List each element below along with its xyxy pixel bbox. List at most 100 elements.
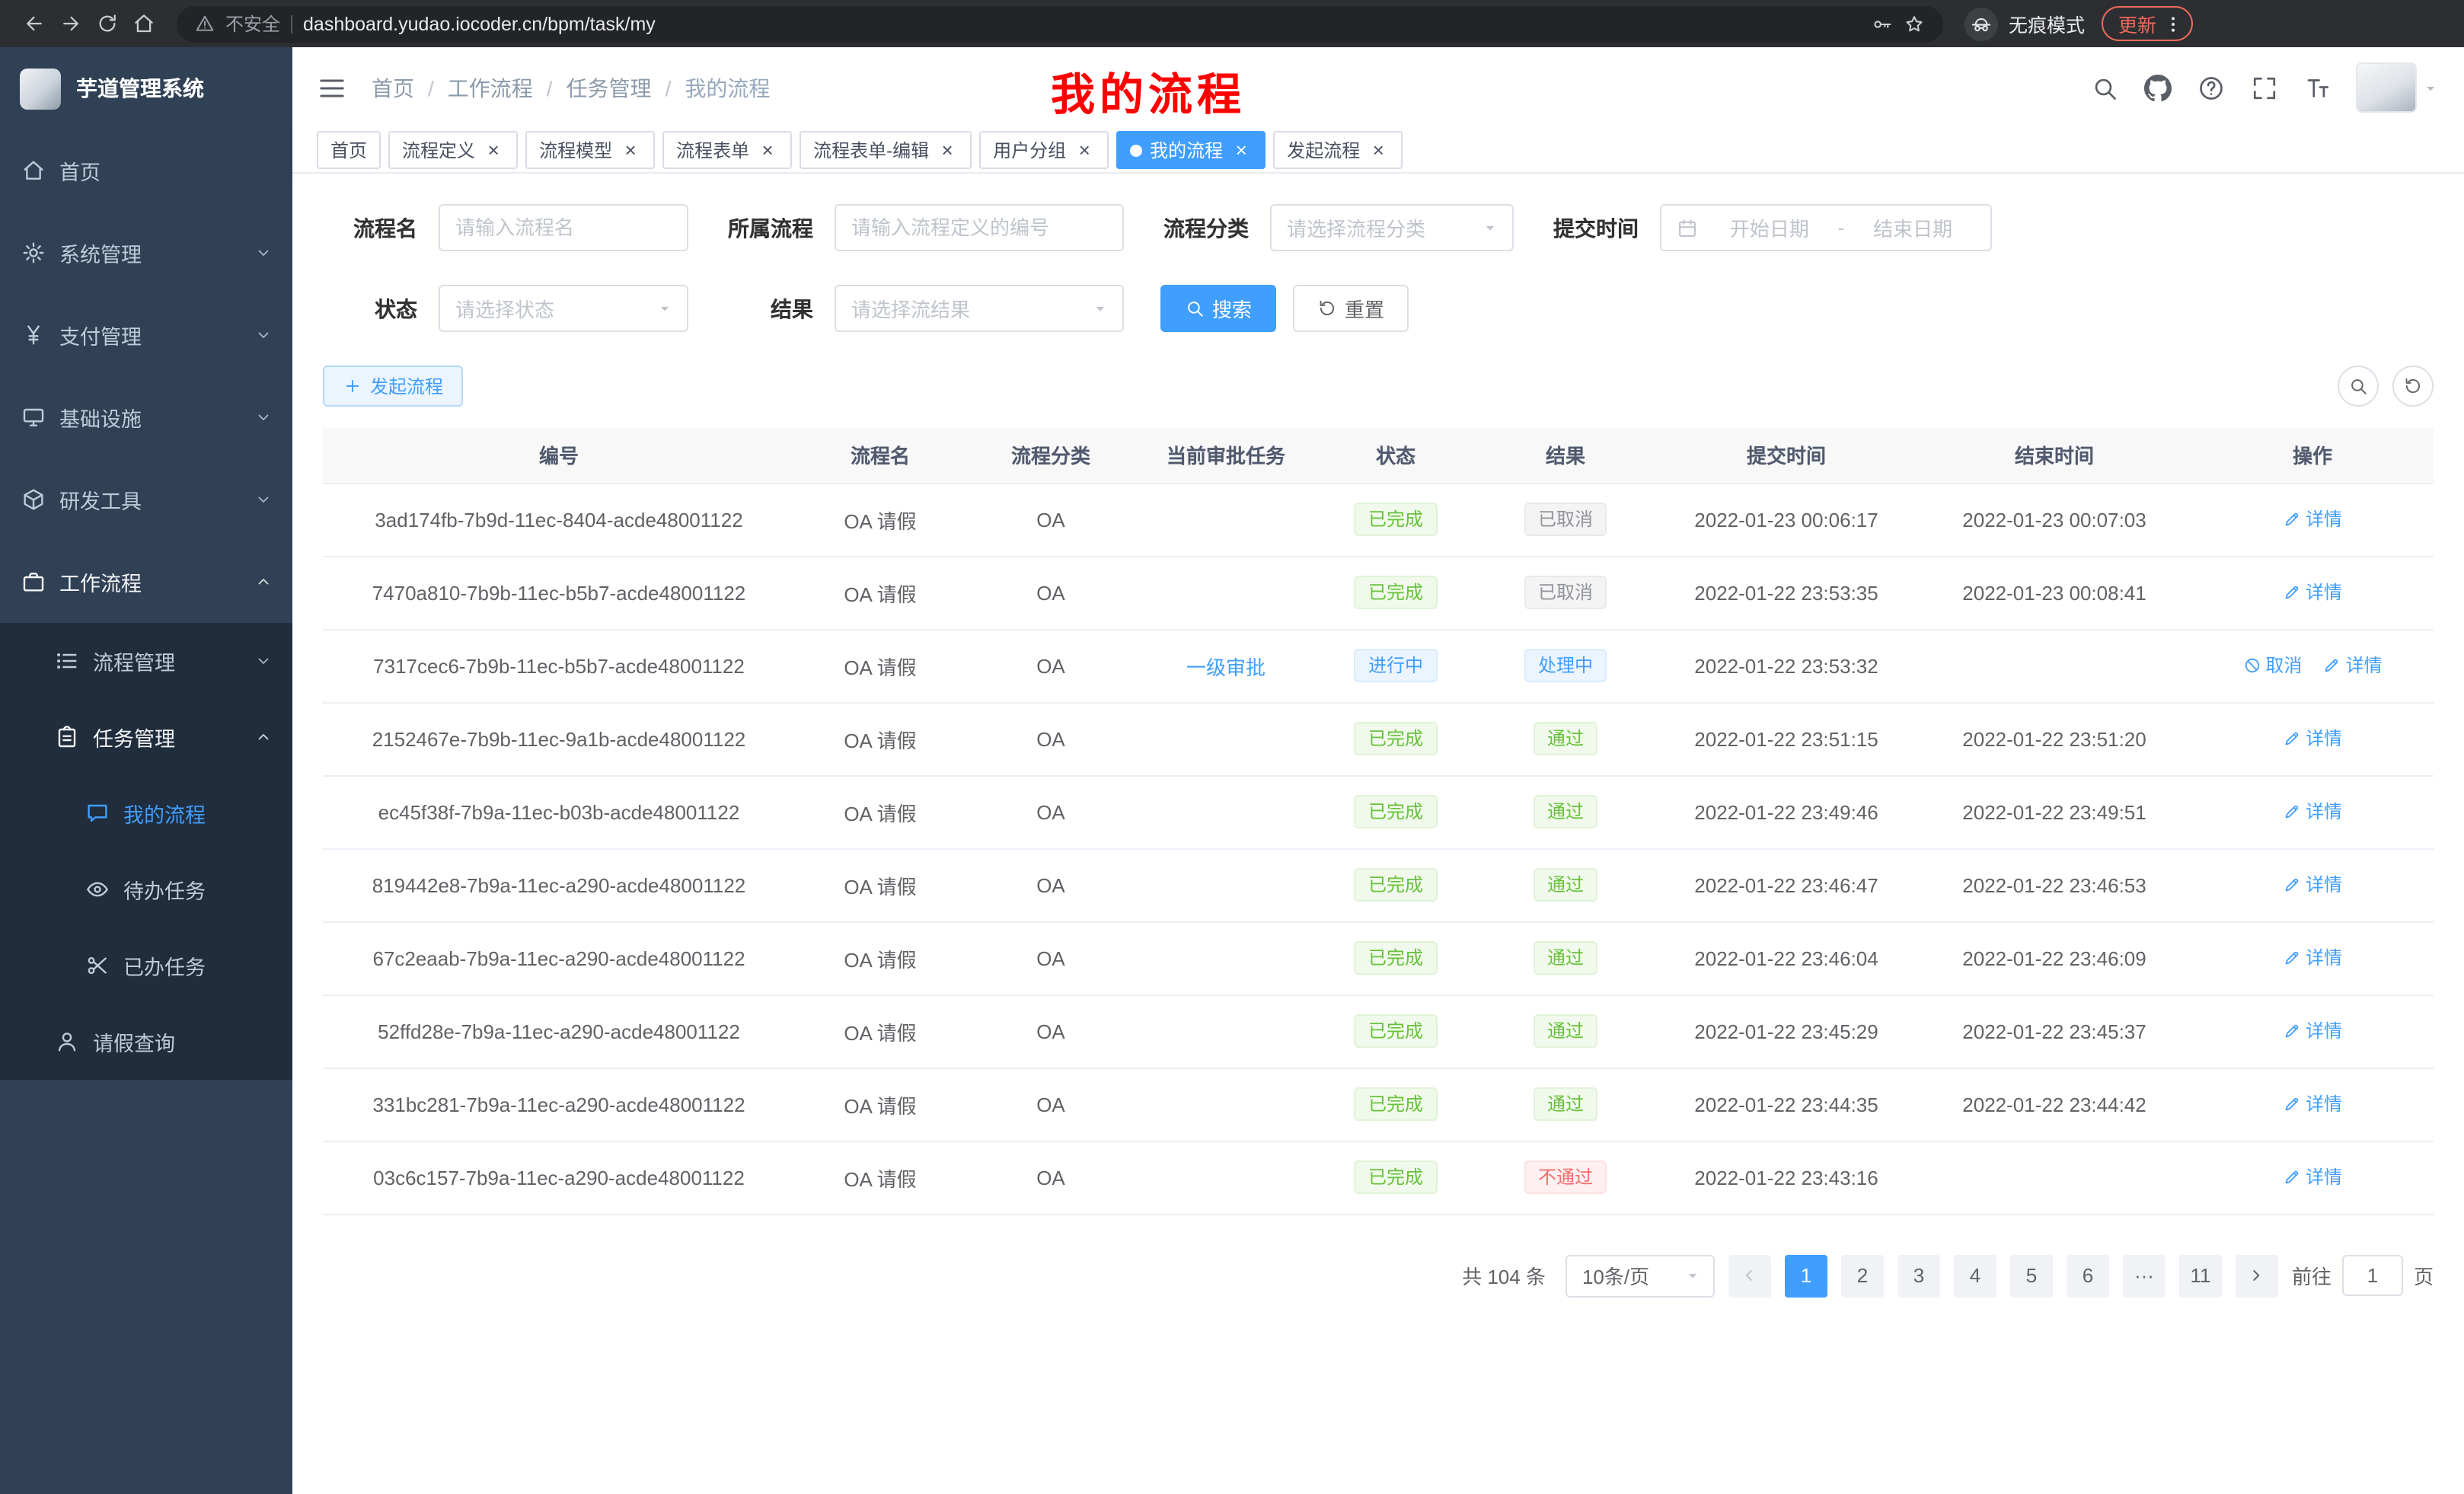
caret-down-icon: [1683, 1266, 1703, 1285]
logo[interactable]: 芋道管理系统: [0, 47, 292, 129]
view-tab[interactable]: 发起流程 ×: [1273, 131, 1403, 169]
cell-category: OA: [965, 848, 1136, 921]
detail-link[interactable]: 详情: [2283, 1164, 2342, 1190]
sidebar-toggle-icon[interactable]: [317, 72, 347, 103]
navbar-actions: [2089, 62, 2440, 113]
github-icon[interactable]: [2143, 72, 2173, 103]
user-menu[interactable]: [2356, 62, 2440, 113]
view-tab[interactable]: 流程表单-编辑 ×: [800, 131, 972, 169]
create-process-button[interactable]: 发起流程: [323, 366, 463, 407]
breadcrumb-item[interactable]: 首页: [372, 72, 414, 103]
sidebar-item-todo-task[interactable]: 待办任务: [0, 851, 292, 927]
sidebar-item-system[interactable]: 系统管理: [0, 212, 292, 294]
search-button[interactable]: 搜索: [1160, 285, 1276, 332]
prev-page-button[interactable]: [1728, 1254, 1771, 1297]
page-button[interactable]: 5: [2010, 1254, 2053, 1297]
cell-actions: 取消 详情: [2191, 994, 2434, 1068]
page-button[interactable]: 3: [1897, 1254, 1940, 1297]
cell-category: OA: [965, 994, 1136, 1068]
detail-link[interactable]: 详情: [2283, 579, 2342, 605]
font-size-icon[interactable]: [2303, 72, 2333, 103]
detail-link[interactable]: 详情: [2283, 726, 2342, 752]
detail-link[interactable]: 详情: [2283, 799, 2342, 825]
next-page-button[interactable]: [2236, 1254, 2278, 1297]
view-tab[interactable]: 用户分组 ×: [979, 131, 1109, 169]
page-button[interactable]: 1: [1785, 1254, 1827, 1297]
page-button[interactable]: 2: [1841, 1254, 1884, 1297]
address-bar[interactable]: 不安全 dashboard.yudao.iocoder.cn/bpm/task/…: [177, 5, 1943, 42]
page-button[interactable]: 6: [2067, 1254, 2109, 1297]
view-tab[interactable]: 我的流程 ×: [1116, 131, 1266, 169]
detail-link[interactable]: 详情: [2283, 945, 2342, 971]
close-icon[interactable]: ×: [620, 139, 641, 161]
show-search-button[interactable]: [2338, 366, 2379, 407]
cancel-link[interactable]: 取消: [2242, 653, 2302, 678]
view-tabs-bar: 首页 × 流程定义 × 流程模型 × 流程表单 ×: [292, 128, 2464, 174]
detail-link[interactable]: 详情: [2283, 1091, 2342, 1117]
chevron-down-icon: [254, 490, 273, 509]
page-button[interactable]: 11: [2179, 1254, 2222, 1297]
key-icon[interactable]: [1872, 13, 1893, 34]
help-icon[interactable]: [2196, 72, 2226, 103]
detail-link[interactable]: 详情: [2283, 1018, 2342, 1044]
breadcrumb-item[interactable]: 任务管理: [567, 72, 652, 103]
refresh-table-button[interactable]: [2392, 366, 2434, 407]
close-icon[interactable]: ×: [1368, 139, 1389, 161]
page-jump-input[interactable]: [2342, 1255, 2403, 1296]
submit-time-range[interactable]: 开始日期 - 结束日期: [1660, 204, 1992, 251]
sidebar-item-leave-query[interactable]: 请假查询: [0, 1004, 292, 1080]
close-icon[interactable]: ×: [757, 139, 778, 161]
view-tab[interactable]: 流程定义 ×: [388, 131, 518, 169]
process-manage-icon: [55, 649, 79, 673]
sidebar-item-devtools[interactable]: 研发工具: [0, 458, 292, 541]
bookmark-star-icon[interactable]: [1904, 13, 1925, 34]
column-header: 编号: [323, 428, 795, 483]
sidebar-item-payment[interactable]: 支付管理: [0, 294, 292, 376]
close-icon[interactable]: ×: [937, 139, 958, 161]
back-icon[interactable]: [15, 5, 52, 42]
category-select[interactable]: 请选择流程分类: [1270, 204, 1514, 251]
sidebar-item-infrastructure[interactable]: 基础设施: [0, 376, 292, 458]
view-tab[interactable]: 首页 ×: [317, 131, 381, 169]
sidebar-item-home[interactable]: 首页: [0, 129, 292, 212]
sidebar-item-my-process[interactable]: 我的流程: [0, 775, 292, 851]
process-def-input[interactable]: [835, 204, 1124, 251]
close-icon[interactable]: ×: [1074, 139, 1095, 161]
detail-link[interactable]: 详情: [2283, 872, 2342, 898]
status-select[interactable]: 请选择状态: [439, 285, 688, 332]
page-button[interactable]: ···: [2123, 1254, 2166, 1297]
breadcrumb-item[interactable]: 工作流程: [448, 72, 533, 103]
sidebar-item-process-manage[interactable]: 流程管理: [0, 623, 292, 699]
done-task-icon: [85, 953, 110, 978]
status-tag: 已完成: [1355, 1160, 1437, 1194]
devtools-icon: [21, 487, 46, 512]
result-select[interactable]: 请选择流结果: [835, 285, 1124, 332]
close-icon[interactable]: ×: [1230, 139, 1252, 161]
forward-icon[interactable]: [52, 5, 88, 42]
detail-link[interactable]: 详情: [2283, 506, 2342, 532]
table-row: 67c2eaab-7b9a-11ec-a290-acde48001122 OA …: [323, 921, 2434, 994]
fullscreen-icon[interactable]: [2249, 72, 2280, 103]
column-header: 状态: [1316, 428, 1476, 483]
sidebar-item-workflow[interactable]: 工作流程: [0, 541, 292, 623]
reset-button[interactable]: 重置: [1293, 285, 1409, 332]
view-tab[interactable]: 流程表单 ×: [662, 131, 792, 169]
sidebar-item-task-manage[interactable]: 任务管理: [0, 699, 292, 775]
page-size-select[interactable]: 10条/页: [1566, 1254, 1715, 1297]
close-icon[interactable]: ×: [483, 139, 504, 161]
cell-id: 7317cec6-7b9b-11ec-b5b7-acde48001122: [323, 629, 795, 702]
browser-update-button[interactable]: 更新: [2102, 6, 2193, 41]
sidebar-item-done-task[interactable]: 已办任务: [0, 927, 292, 1004]
search-icon[interactable]: [2089, 72, 2120, 103]
view-tab[interactable]: 流程模型 ×: [525, 131, 655, 169]
cell-process-name: OA 请假: [795, 1141, 965, 1214]
status-tag: 已完成: [1355, 503, 1437, 536]
reload-icon[interactable]: [88, 5, 125, 42]
process-name-input[interactable]: [439, 204, 688, 251]
table-row: 52ffd28e-7b9a-11ec-a290-acde48001122 OA …: [323, 994, 2434, 1068]
detail-link[interactable]: 详情: [2323, 653, 2383, 678]
current-task-link[interactable]: 一级审批: [1186, 656, 1266, 678]
page-button[interactable]: 4: [1954, 1254, 1996, 1297]
browser-home-icon[interactable]: [125, 5, 161, 42]
browser-menu-icon[interactable]: [2162, 13, 2184, 34]
